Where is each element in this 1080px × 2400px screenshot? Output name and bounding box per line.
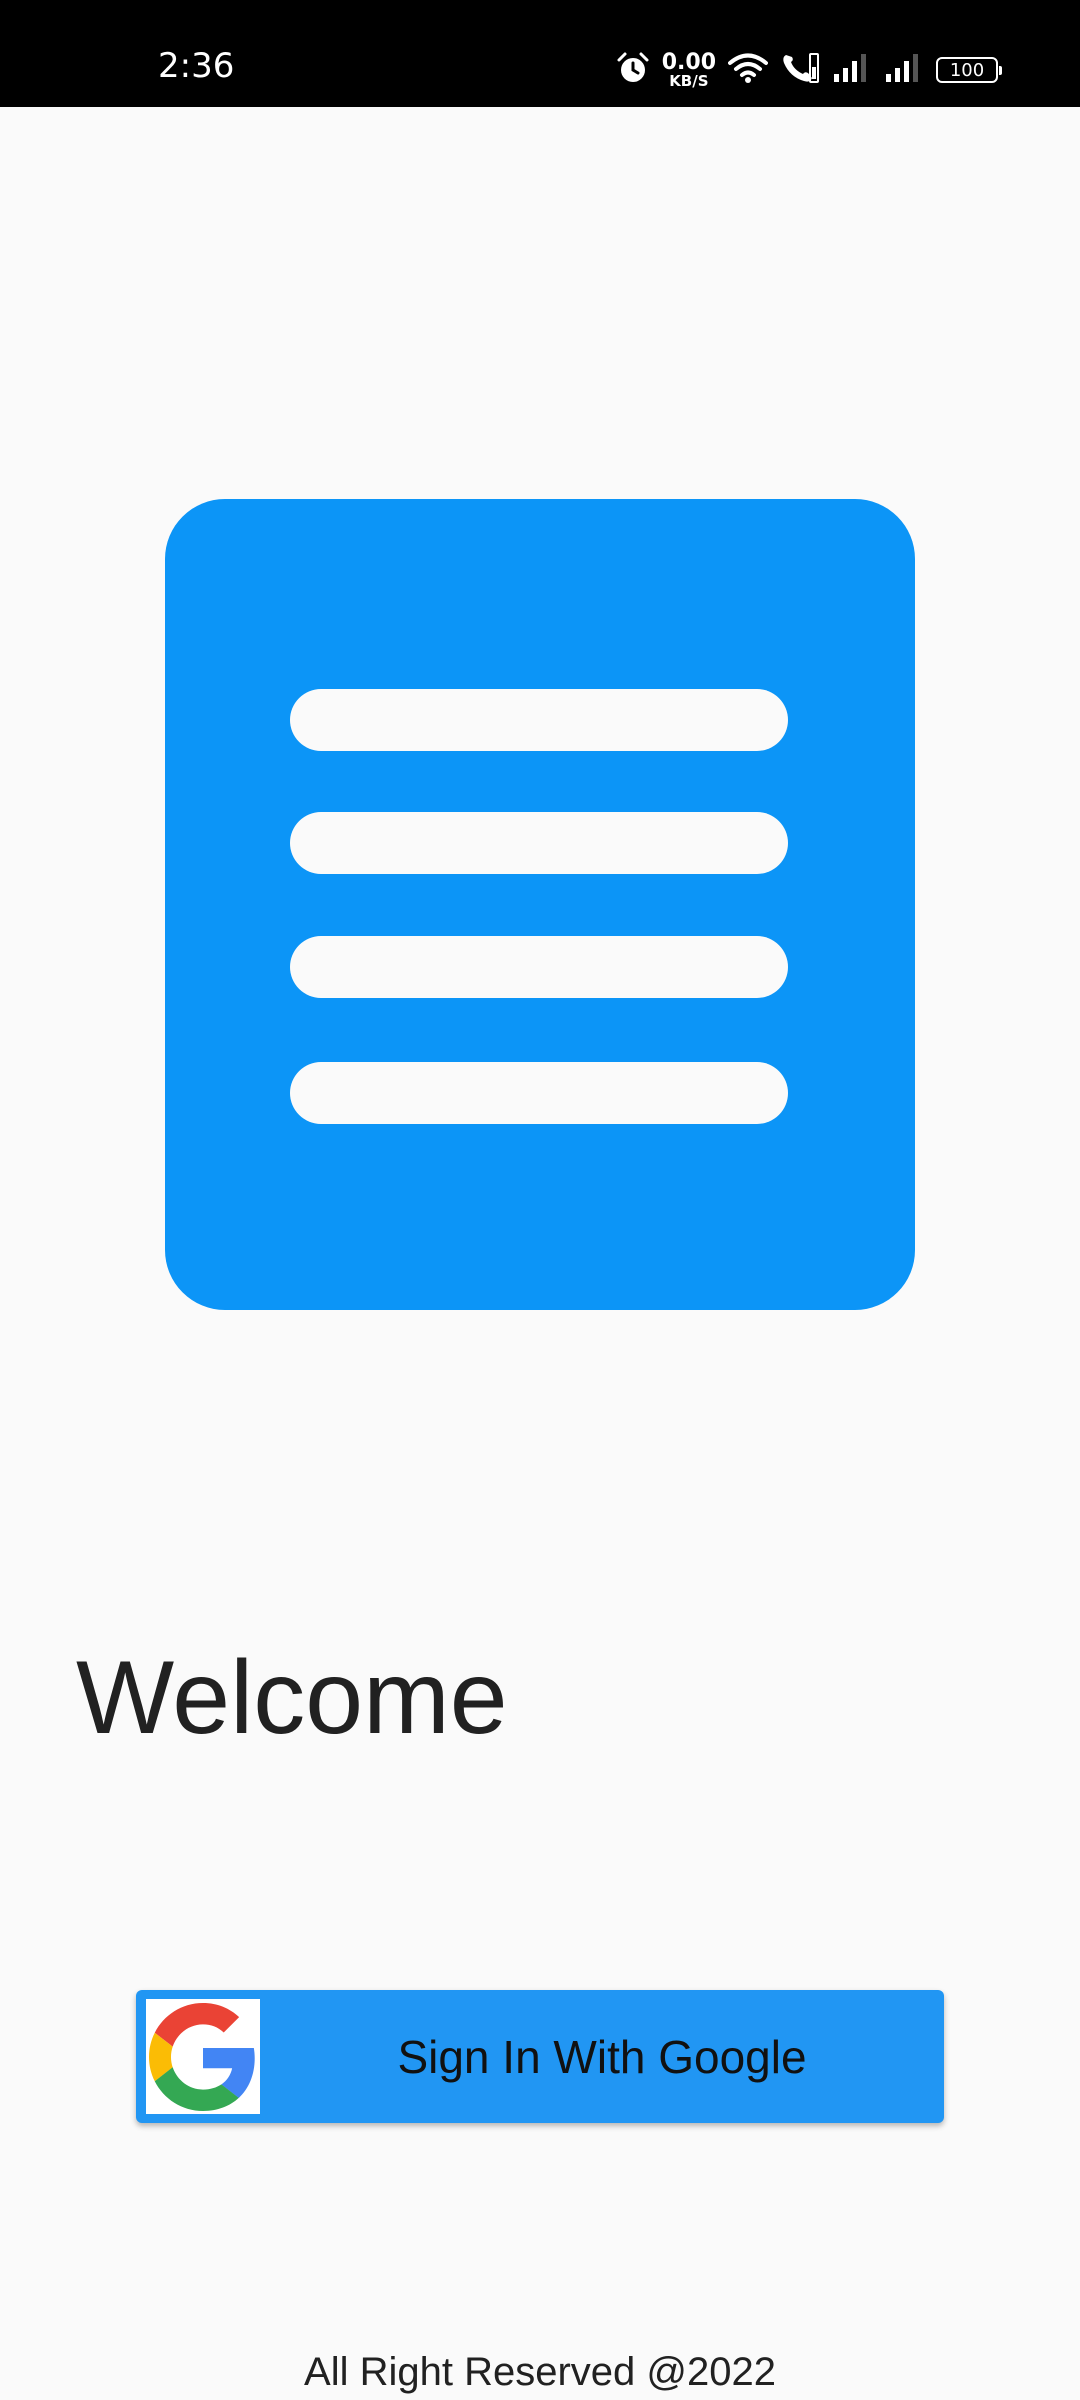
footer-copyright: All Right Reserved @2022: [304, 2350, 776, 2394]
sign-in-with-google-button[interactable]: Sign In With Google: [136, 1990, 944, 2123]
status-time: 2:36: [158, 46, 235, 86]
alarm-icon: [616, 51, 650, 90]
notepad-icon: [165, 436, 915, 1310]
net-speed: 0.00 KB/S: [661, 49, 716, 90]
battery-icon: 100: [936, 57, 1002, 83]
welcome-title: Welcome: [76, 1640, 508, 1756]
wifi-call-icon: [780, 51, 820, 90]
signal-icon: [832, 52, 872, 89]
sign-in-button-label: Sign In With Google: [397, 2030, 807, 2083]
wifi-icon: [728, 52, 768, 89]
google-logo-icon: [146, 1999, 260, 2114]
signal-icon: [884, 52, 924, 89]
status-icons: 0.00 KB/S 100: [616, 49, 1002, 90]
net-speed-unit: KB/S: [669, 71, 709, 90]
net-speed-value: 0.00: [661, 49, 716, 75]
status-bar: 2:36 0.00 KB/S 100: [0, 0, 1080, 107]
